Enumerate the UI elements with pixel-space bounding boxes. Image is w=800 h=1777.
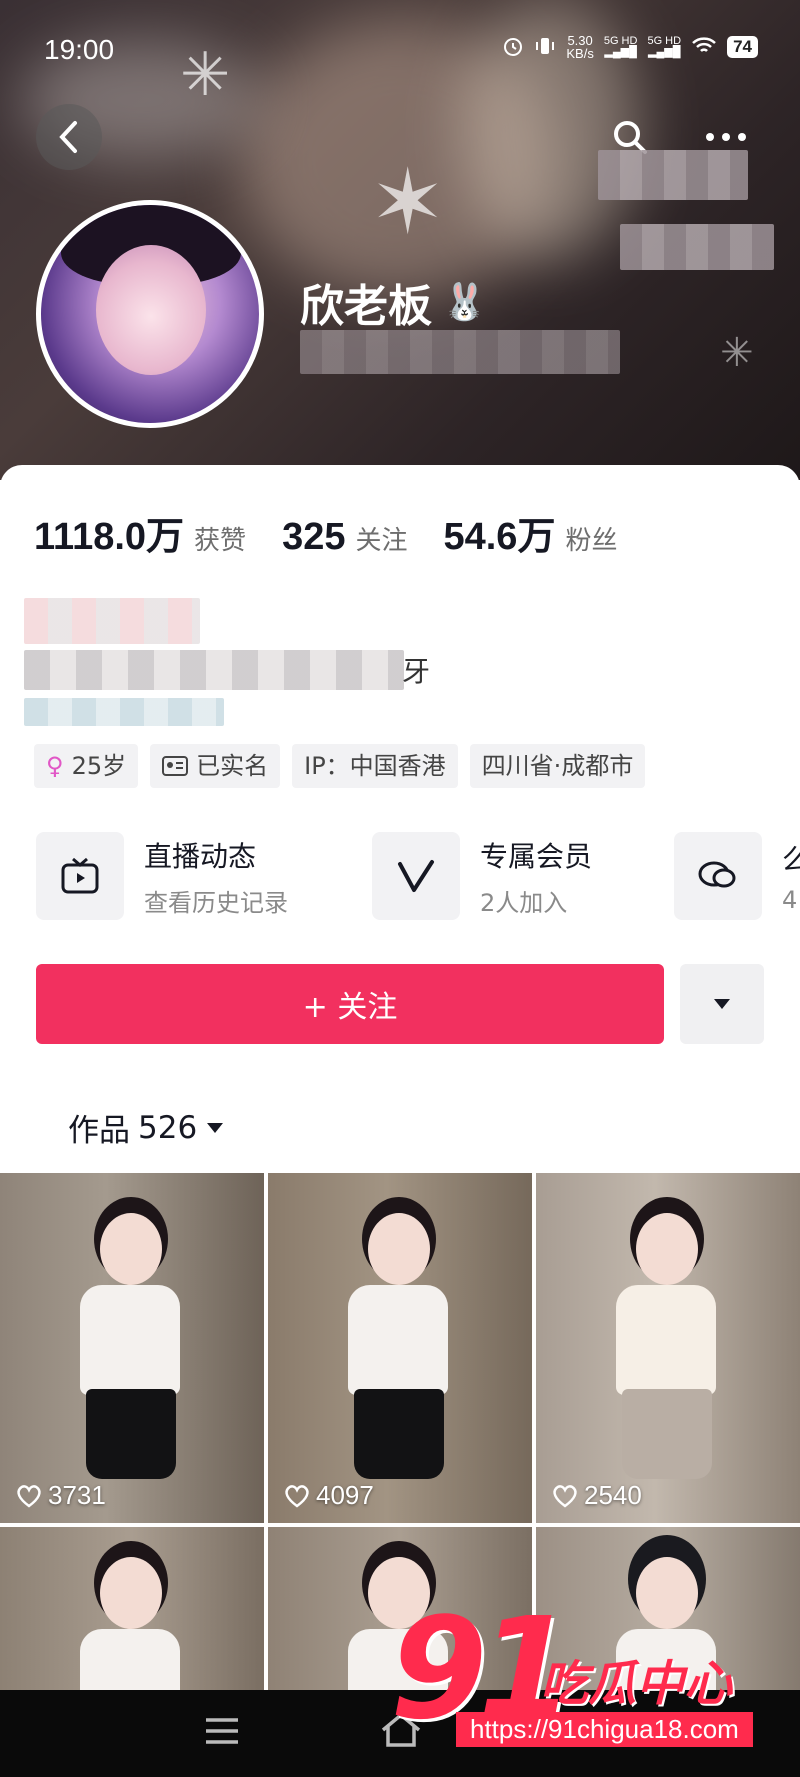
battery-indicator: 74 [727,36,758,58]
vibrate-icon [534,35,556,60]
redacted-bio [24,698,224,726]
female-icon: ♀ [46,752,64,780]
redacted-bio [24,650,404,690]
status-bar: 19:00 5.30 KB/s 5G HD ▂▄▆█ 5G HD ▂▄▆█ 74 [0,28,800,72]
network-speed: 5.30 KB/s [566,33,594,61]
redacted-text [598,150,748,200]
status-time: 19:00 [44,34,115,65]
v-icon [398,860,434,892]
likes-label: 获赞 [194,525,247,555]
redacted-bio [24,598,200,644]
back-button[interactable] [36,104,102,170]
more-icon [706,133,746,141]
alarm-icon [502,35,524,60]
video-thumbnail[interactable]: 2540 [536,1173,800,1523]
video-thumbnail[interactable] [0,1527,264,1697]
following-label[interactable]: 关注 [355,520,407,557]
caret-down-icon [207,1122,224,1133]
sim1-signal: 5G HD ▂▄▆█ [603,35,638,58]
sim2-signal: 5G HD ▂▄▆█ [647,35,682,58]
works-tab[interactable]: 作品 526 [68,1105,225,1150]
location-tag: 四川省·成都市 [469,744,646,788]
chat-bubble-icon [698,861,736,888]
followers-count[interactable]: 54.6万 [443,505,555,560]
followers-label[interactable]: 粉丝 [565,520,617,557]
wifi-icon [691,36,717,59]
likes-count: 1118.0万 [34,516,185,558]
feature-membership[interactable]: 专属会员 2人加入 [372,832,592,920]
video-thumbnail[interactable]: 3731 [0,1173,264,1523]
avatar[interactable] [36,200,264,428]
tv-icon [61,857,99,894]
heart-icon [553,1484,577,1508]
watermark: 91 吃瓜中心 https://91chigua18.com [390,1600,790,1760]
caret-down-icon [714,999,730,1009]
age-tag: ♀ 25岁 [34,744,139,788]
follow-dropdown-button[interactable] [680,964,764,1044]
chevron-left-icon [59,121,77,153]
video-thumbnail[interactable]: 4097 [268,1173,532,1523]
profile-tags: ♀ 25岁 已实名 IP：中国香港 四川省·成都市 [34,744,646,788]
redacted-user-id [300,330,620,374]
heart-icon [17,1484,41,1508]
ip-tag: IP：中国香港 [292,744,458,788]
heart-icon [285,1484,309,1508]
follow-button[interactable]: + 关注 [36,964,664,1044]
following-count[interactable]: 325 [282,516,345,559]
username: 欣老板 🐰 [300,281,487,332]
rabbit-emoji: 🐰 [442,282,487,323]
redacted-text [620,224,774,270]
verified-tag: 已实名 [150,744,281,788]
menu-icon[interactable] [204,1716,240,1746]
profile-stats: 1118.0万 获赞 325 关注 54.6万 粉丝 [34,505,653,560]
id-card-icon [162,756,189,776]
feature-group-chat[interactable]: 么 4 [674,832,800,920]
bio-fragment: 牙 [402,655,431,688]
feature-live-history[interactable]: 直播动态 查看历史记录 [36,832,288,920]
